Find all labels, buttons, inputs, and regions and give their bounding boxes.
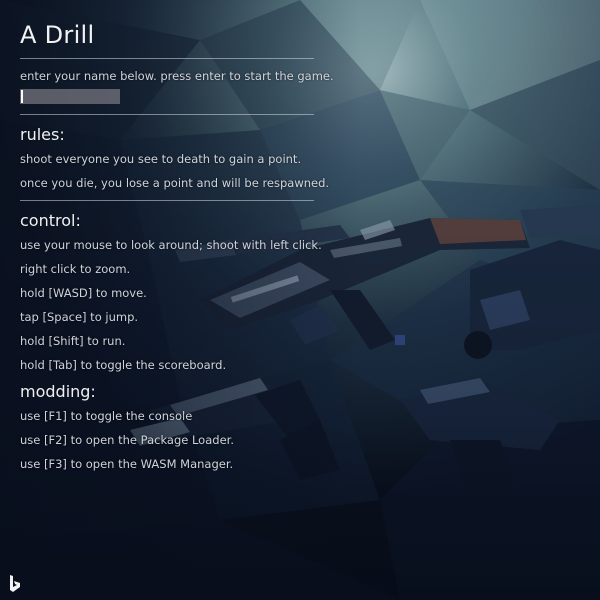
- control-line: tap [Space] to jump.: [20, 310, 139, 324]
- control-line: use your mouse to look around; shoot wit…: [20, 238, 322, 252]
- rules-line: shoot everyone you see to death to gain …: [20, 152, 302, 166]
- control-line: hold [Shift] to run.: [20, 334, 126, 348]
- control-line: right click to zoom.: [20, 262, 131, 276]
- game-title: A Drill: [20, 21, 95, 49]
- modding-line: use [F1] to toggle the console: [20, 409, 193, 423]
- modding-heading: modding:: [20, 382, 96, 401]
- name-input[interactable]: [20, 89, 120, 104]
- name-input-wrapper[interactable]: [20, 89, 120, 104]
- control-heading: control:: [20, 211, 81, 230]
- text-caret: [21, 90, 23, 103]
- rules-heading: rules:: [20, 125, 65, 144]
- name-prompt: enter your name below. press enter to st…: [20, 69, 334, 83]
- rules-line: once you die, you lose a point and will …: [20, 176, 330, 190]
- modding-line: use [F2] to open the Package Loader.: [20, 433, 234, 447]
- bing-logo-icon: [10, 575, 20, 592]
- main-menu-panel: A Drill enter your name below. press ent…: [20, 20, 334, 476]
- modding-line: use [F3] to open the WASM Manager.: [20, 457, 234, 471]
- control-line: hold [Tab] to toggle the scoreboard.: [20, 358, 227, 372]
- control-line: hold [WASD] to move.: [20, 286, 147, 300]
